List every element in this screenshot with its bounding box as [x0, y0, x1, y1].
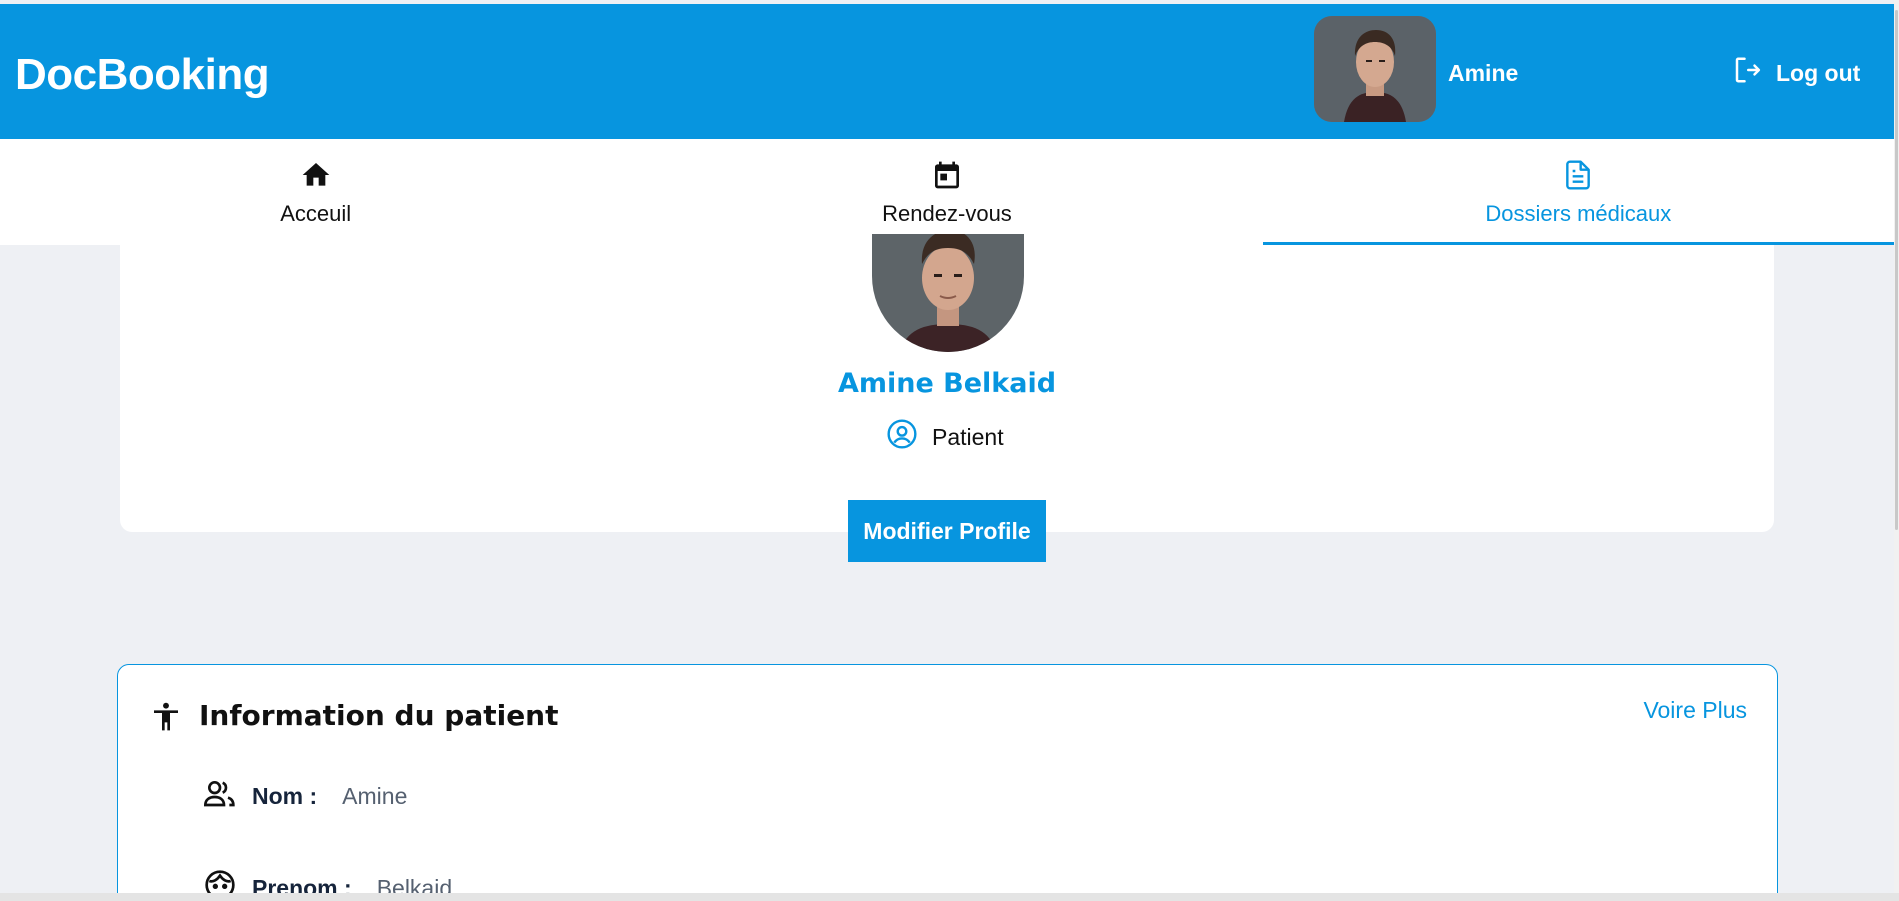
field-nom: Nom : Amine — [202, 777, 407, 815]
modify-profile-button[interactable]: Modifier Profile — [848, 500, 1046, 562]
profile-role: Patient — [886, 418, 1004, 456]
document-icon — [1562, 159, 1594, 201]
user-avatar[interactable] — [1314, 16, 1436, 122]
scrollbar-thumb[interactable] — [1895, 10, 1898, 530]
home-icon — [300, 159, 332, 201]
brand-logo[interactable]: DocBooking — [15, 50, 270, 100]
calendar-icon — [931, 159, 963, 201]
accessibility-icon — [150, 699, 182, 735]
tab-acceuil[interactable]: Acceuil — [0, 139, 631, 245]
tab-label: Rendez-vous — [882, 201, 1012, 226]
logout-label: Log out — [1776, 59, 1861, 86]
profile-name: Amine Belkaid — [837, 368, 1057, 399]
patient-info-title: Information du patient — [199, 699, 559, 732]
tab-dossiers-medicaux[interactable]: Dossiers médicaux — [1262, 139, 1895, 245]
tab-rendez-vous[interactable]: Rendez-vous — [631, 139, 1262, 245]
field-label: Nom : — [252, 782, 318, 809]
field-value: Amine — [342, 782, 408, 809]
top-app-bar: DocBooking Amine Log out — [0, 4, 1894, 139]
people-icon — [202, 777, 252, 815]
user-circle-icon — [886, 418, 918, 456]
patient-info-card: Information du patient Voire Plus Nom : … — [117, 664, 1778, 901]
tab-label: Acceuil — [280, 201, 352, 226]
logout-button[interactable]: Log out — [1732, 56, 1860, 90]
voir-plus-link[interactable]: Voire Plus — [1643, 697, 1747, 724]
main-navigation: Acceuil Rendez-vous Dossiers médicaux — [0, 139, 1895, 245]
tab-label: Dossiers médicaux — [1485, 201, 1672, 226]
role-label: Patient — [932, 423, 1004, 450]
header-username[interactable]: Amine — [1448, 60, 1518, 87]
logout-icon — [1732, 55, 1762, 91]
horizontal-scrollbar[interactable] — [0, 893, 1899, 901]
